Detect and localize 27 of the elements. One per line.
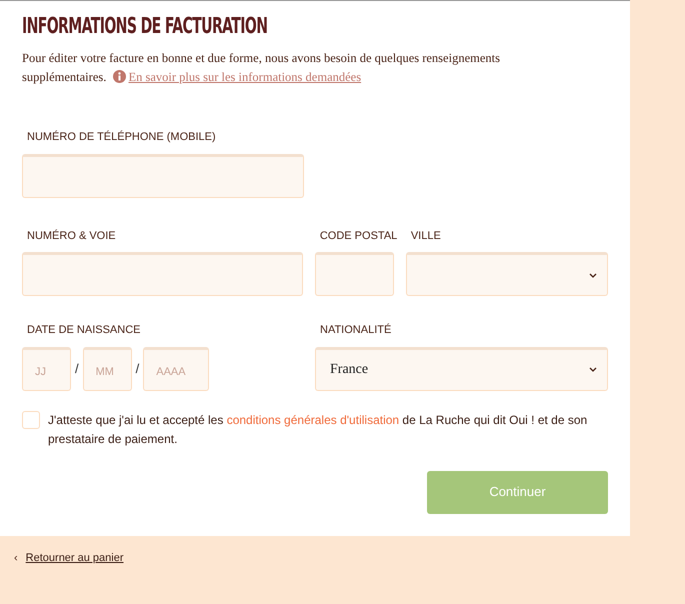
page-title: INFORMATIONS DE FACTURATION <box>22 15 268 40</box>
field-label: VILLE <box>410 228 442 244</box>
date-field[interactable]: JJ <box>22 346 71 391</box>
chevron-down-icon <box>589 367 597 372</box>
date-field[interactable]: MM <box>82 346 132 391</box>
continue-button[interactable]: Continuer <box>427 470 608 514</box>
info-link[interactable]: En savoir plus sur les informations demandées <box>128 70 362 84</box>
info-icon <box>113 70 126 84</box>
field-label: NUMÉRO DE TÉLÉPHONE (MOBILE) <box>27 130 217 146</box>
intro-text: Pour éditer votre facture en bonne et due forme, nous avons besoin de quelques renseignements supplémentaires. En savoir plus sur les informations demandées <box>22 50 501 86</box>
street-field[interactable] <box>22 252 303 296</box>
back-arrow-icon: ‹ <box>14 550 18 566</box>
terms-link[interactable]: conditions générales d'utilisation <box>226 412 400 427</box>
date-separator: / <box>136 360 140 378</box>
back-link[interactable]: Retourner au panier <box>26 550 124 566</box>
field-label: DATE DE NAISSANCE <box>27 323 142 338</box>
consent-text: J'atteste que j'ai lu et accepté les conditions générales d'utilisation de La Ruche qui dit Oui ! et de son prestataire de paiement. <box>48 412 588 448</box>
postal-code-field[interactable] <box>314 252 394 296</box>
chevron-down-icon <box>589 272 597 278</box>
date-field[interactable]: AAAA <box>143 346 210 391</box>
nationality-select[interactable]: France <box>315 346 608 391</box>
field-label: NUMÉRO & VOIE <box>27 228 117 244</box>
phone-field[interactable] <box>22 154 304 198</box>
date-separator: / <box>75 360 79 378</box>
field-label: NATIONALITÉ <box>320 322 392 338</box>
city-select[interactable] <box>406 252 608 296</box>
consent-checkbox[interactable] <box>22 410 40 429</box>
